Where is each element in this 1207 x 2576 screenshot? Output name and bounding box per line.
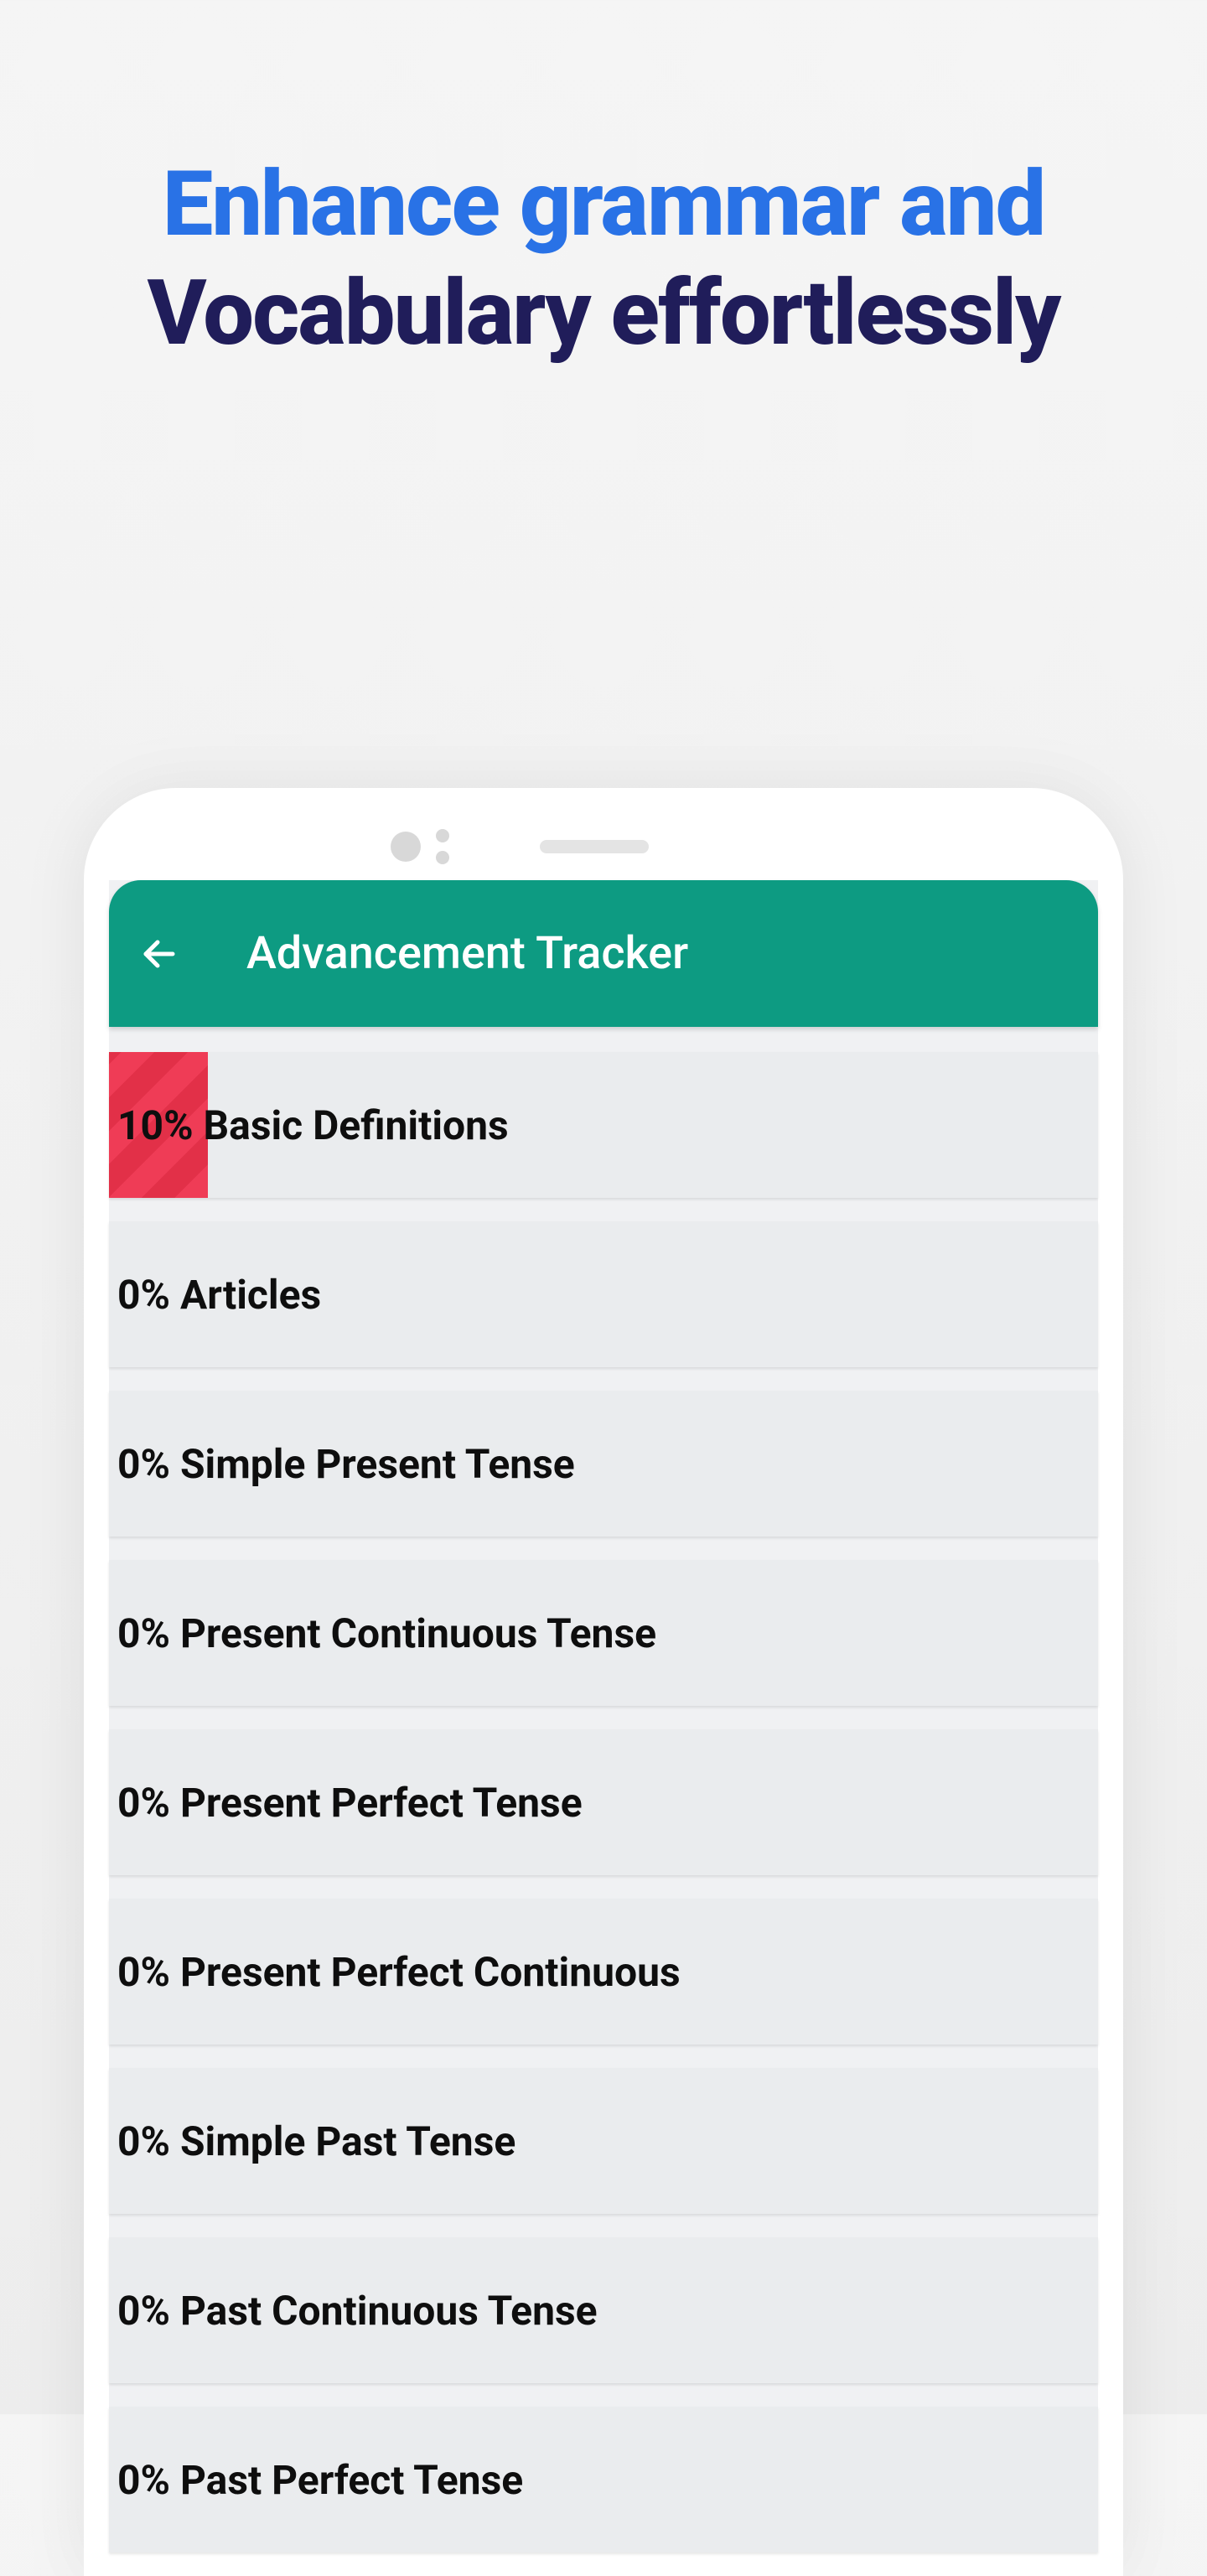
phone-mockup: Advancement Tracker 10% Basic Definition… [84, 788, 1123, 2576]
progress-item-label: 0% Past Perfect Tense [109, 2456, 523, 2504]
progress-list-item[interactable]: 0% Present Perfect Tense [109, 1729, 1098, 1875]
back-arrow-icon[interactable] [139, 934, 179, 974]
app-title: Advancement Tracker [246, 927, 688, 980]
progress-item-label: 0% Present Perfect Continuous [109, 1948, 681, 1996]
progress-item-label: 0% Simple Past Tense [109, 2117, 515, 2165]
camera-dot [391, 832, 421, 862]
progress-item-label: 10% Basic Definitions [109, 1101, 509, 1149]
progress-list-item[interactable]: 0% Past Continuous Tense [109, 2237, 1098, 2383]
progress-item-label: 0% Articles [109, 1271, 321, 1319]
progress-list: 10% Basic Definitions 0% Articles 0% Simpl… [109, 1027, 1098, 2553]
headline-line-1: Enhance grammar and [0, 151, 1207, 260]
progress-item-label: 0% Past Continuous Tense [109, 2287, 598, 2335]
sensor-dots [436, 829, 449, 864]
progress-item-label: 0% Simple Present Tense [109, 1440, 575, 1488]
app-screen: Advancement Tracker 10% Basic Definition… [109, 880, 1098, 2553]
progress-list-item[interactable]: 10% Basic Definitions [109, 1052, 1098, 1198]
progress-list-item[interactable]: 0% Present Perfect Continuous [109, 1899, 1098, 2045]
progress-list-item[interactable]: 0% Past Perfect Tense [109, 2407, 1098, 2553]
app-header: Advancement Tracker [109, 880, 1098, 1027]
progress-item-label: 0% Present Continuous Tense [109, 1609, 656, 1657]
progress-list-item[interactable]: 0% Simple Past Tense [109, 2068, 1098, 2214]
phone-body: Advancement Tracker 10% Basic Definition… [84, 788, 1123, 2576]
speaker-grille [540, 840, 649, 853]
progress-list-item[interactable]: 0% Simple Present Tense [109, 1391, 1098, 1537]
progress-list-item[interactable]: 0% Articles [109, 1221, 1098, 1367]
promo-headline: Enhance grammar and Vocabulary effortles… [0, 0, 1207, 368]
phone-hardware-top [84, 813, 1123, 880]
headline-line-2: Vocabulary effortlessly [0, 260, 1207, 369]
progress-item-label: 0% Present Perfect Tense [109, 1779, 583, 1827]
progress-list-item[interactable]: 0% Present Continuous Tense [109, 1560, 1098, 1706]
